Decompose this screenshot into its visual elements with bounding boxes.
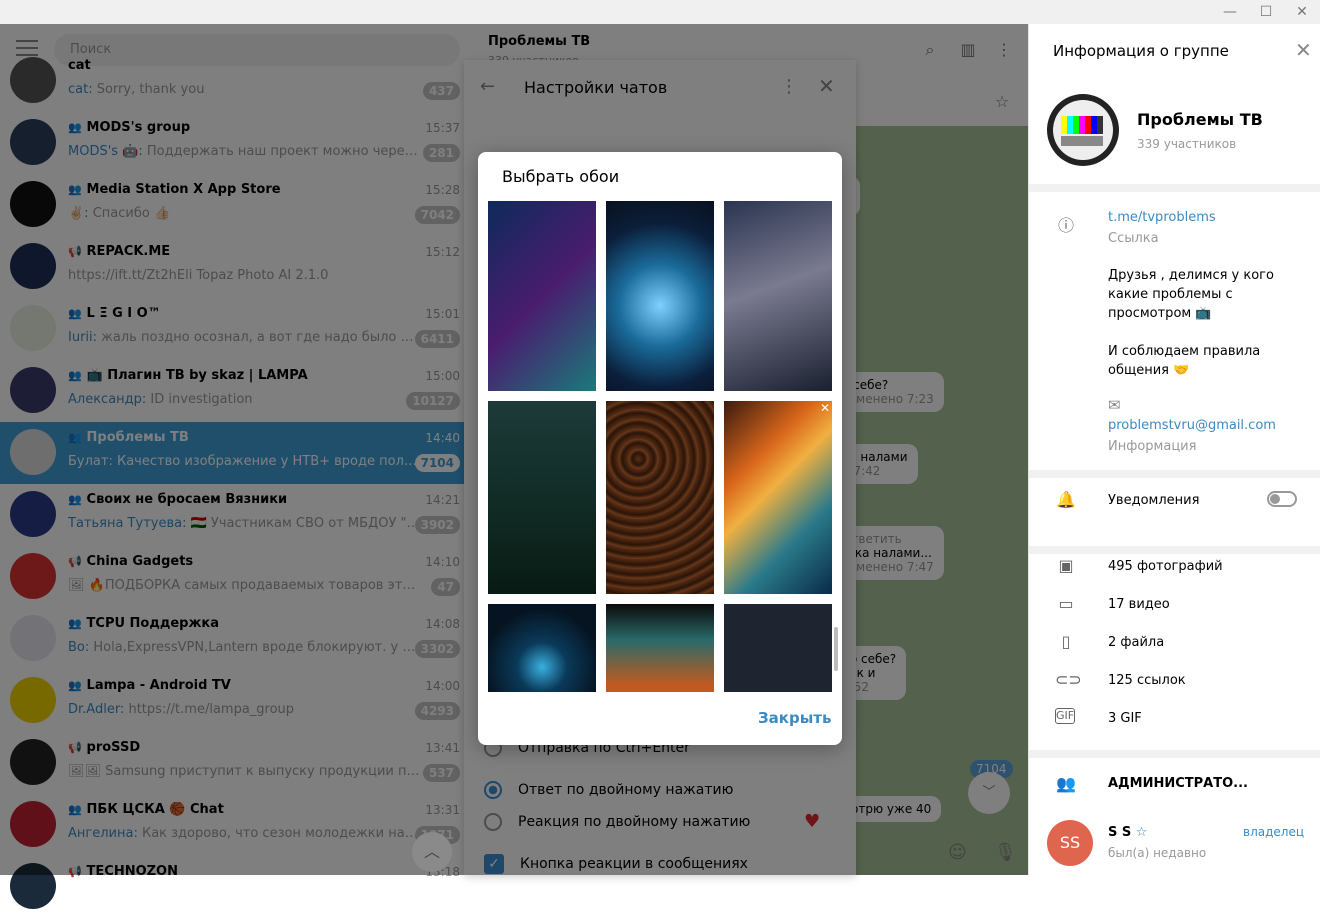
admin-status: был(а) недавно	[1108, 846, 1207, 860]
wallpaper-tile[interactable]: ✕	[724, 401, 832, 594]
admins-icon: 👥	[1056, 774, 1076, 793]
close-window-button[interactable]: ✕	[1284, 0, 1320, 24]
modal-overlay	[0, 24, 472, 875]
wallpaper-tile[interactable]	[606, 401, 714, 594]
remove-icon[interactable]: ✕	[820, 401, 830, 415]
gifs-link[interactable]: 3 GIF	[1108, 711, 1142, 726]
wallpaper-grid: ✕	[488, 201, 832, 692]
info-header: Информация о группе	[1053, 42, 1229, 60]
link-icon: ⊂⊃	[1055, 670, 1082, 689]
close-button[interactable]: Закрыть	[758, 709, 831, 727]
maximize-button[interactable]: ☐	[1248, 0, 1284, 24]
admins-header[interactable]: АДМИНИСТРАТО...	[1108, 776, 1248, 791]
divider	[1029, 184, 1320, 192]
member-count: 339 участников	[1137, 137, 1237, 151]
chat-list-panel: Поиск catcat: Sorry, thank you437👥 MODS'…	[0, 24, 472, 909]
notifications-toggle[interactable]	[1267, 491, 1297, 507]
notifications-label: Уведомления	[1108, 493, 1200, 508]
group-description: Друзья , делимся у кого какие проблемы с…	[1108, 268, 1274, 321]
divider	[1029, 470, 1320, 478]
link-label: Ссылка	[1108, 231, 1159, 246]
wallpaper-tile[interactable]	[606, 201, 714, 391]
files-link[interactable]: 2 файла	[1108, 635, 1164, 650]
video-icon: ▭	[1058, 594, 1074, 613]
wallpaper-tile[interactable]	[488, 401, 596, 594]
group-rules: И соблюдаем правила общения 🤝	[1108, 344, 1261, 378]
info-icon: ⓘ	[1057, 216, 1074, 235]
title-bar: — ☐ ✕	[0, 0, 1320, 24]
wallpaper-tile[interactable]	[488, 604, 596, 692]
admin-name[interactable]: S S ☆	[1108, 825, 1147, 840]
close-icon[interactable]: ✕	[1295, 38, 1312, 62]
wallpaper-tile[interactable]	[724, 201, 832, 391]
mailbox-icon: ✉	[1108, 396, 1121, 414]
star-icon: ☆	[1135, 825, 1148, 840]
group-link[interactable]: t.me/tvproblems	[1108, 210, 1216, 225]
wallpaper-picker-dialog: Выбрать обои ✕ Закрыть	[478, 152, 842, 745]
scrollbar[interactable]	[834, 627, 838, 671]
videos-link[interactable]: 17 видео	[1108, 597, 1170, 612]
divider	[1029, 546, 1320, 554]
group-email[interactable]: problemstvru@gmail.com	[1108, 418, 1276, 433]
group-avatar[interactable]	[1047, 94, 1119, 166]
photos-link[interactable]: 495 фотографий	[1108, 559, 1223, 574]
bell-icon: 🔔	[1056, 490, 1076, 509]
group-info-panel: Информация о группе ✕ Проблемы ТВ 339 уч…	[1028, 24, 1320, 875]
divider	[1029, 750, 1320, 758]
wallpaper-tile[interactable]	[488, 201, 596, 391]
admin-role: владелец	[1243, 825, 1304, 839]
group-name: Проблемы ТВ	[1137, 110, 1263, 129]
info-label: Информация	[1108, 439, 1197, 454]
links-link[interactable]: 125 ссылок	[1108, 673, 1186, 688]
gif-icon: GIF	[1055, 708, 1075, 724]
file-icon: ▯	[1061, 632, 1071, 651]
dialog-title: Выбрать обои	[502, 167, 620, 186]
wallpaper-tile[interactable]	[724, 604, 832, 692]
minimize-button[interactable]: —	[1212, 0, 1248, 24]
scroll-up-button[interactable]: ︿	[412, 832, 452, 872]
wallpaper-tile[interactable]	[606, 604, 714, 692]
admin-avatar[interactable]: SS	[1047, 820, 1093, 866]
photo-icon: ▣	[1058, 556, 1074, 575]
